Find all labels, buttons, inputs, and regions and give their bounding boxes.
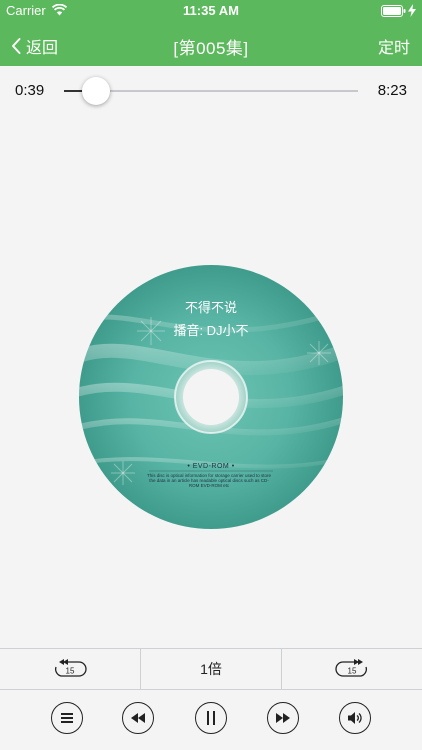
back-label: 返回 [26, 40, 59, 57]
fast-forward-button[interactable] [267, 702, 299, 734]
pause-button[interactable] [195, 702, 227, 734]
current-time: 0:39 [15, 82, 45, 99]
header-bar: Carrier 11:35 AM 返回 [第005集] 定时 [0, 0, 422, 66]
playlist-button[interactable] [51, 702, 83, 734]
playback-controls [0, 689, 422, 750]
rewind-15-button[interactable]: 15 [0, 649, 141, 689]
fast-forward-icon [276, 713, 290, 723]
seek-thumb[interactable] [82, 77, 110, 105]
chevron-left-icon [12, 38, 21, 54]
svg-text:15: 15 [348, 667, 357, 676]
progress-row: 0:39 8:23 [0, 66, 422, 116]
back-button[interactable]: 返回 [10, 34, 58, 58]
volume-button[interactable] [339, 702, 371, 734]
svg-text:15: 15 [66, 667, 75, 676]
disc-title: 不得不说 [184, 300, 237, 315]
rewind-button[interactable] [122, 702, 154, 734]
disc-artwork: 不得不说 播音: DJ小不 • EVD-ROM • This disc is o… [79, 265, 343, 529]
disc-fine-print: This disc is optical information for sto… [146, 473, 272, 488]
clock-time: 11:35 AM [183, 3, 239, 18]
forward-15-button[interactable]: 15 [282, 649, 422, 689]
playback-speed-button[interactable]: 1倍 [141, 649, 282, 689]
forward-15-icon: 15 [335, 659, 367, 677]
rewind-icon [131, 713, 145, 723]
disc-artist: 播音: DJ小不 [173, 323, 249, 338]
menu-icon [61, 713, 73, 723]
timer-button[interactable]: 定时 [378, 34, 410, 58]
total-time: 8:23 [377, 82, 407, 99]
nav-bar: 返回 [第005集] 定时 [0, 22, 422, 66]
charging-icon [408, 4, 416, 17]
seek-slider[interactable] [64, 77, 358, 105]
pause-icon [207, 711, 215, 725]
page-title: [第005集] [173, 39, 249, 58]
status-bar: Carrier 11:35 AM [0, 0, 422, 22]
battery-icon [381, 5, 406, 17]
disc-format-label: • EVD-ROM • [187, 463, 235, 470]
speaker-icon [348, 712, 362, 724]
skip-controls-row: 15 1倍 15 [0, 648, 422, 690]
rewind-15-icon: 15 [55, 659, 87, 677]
